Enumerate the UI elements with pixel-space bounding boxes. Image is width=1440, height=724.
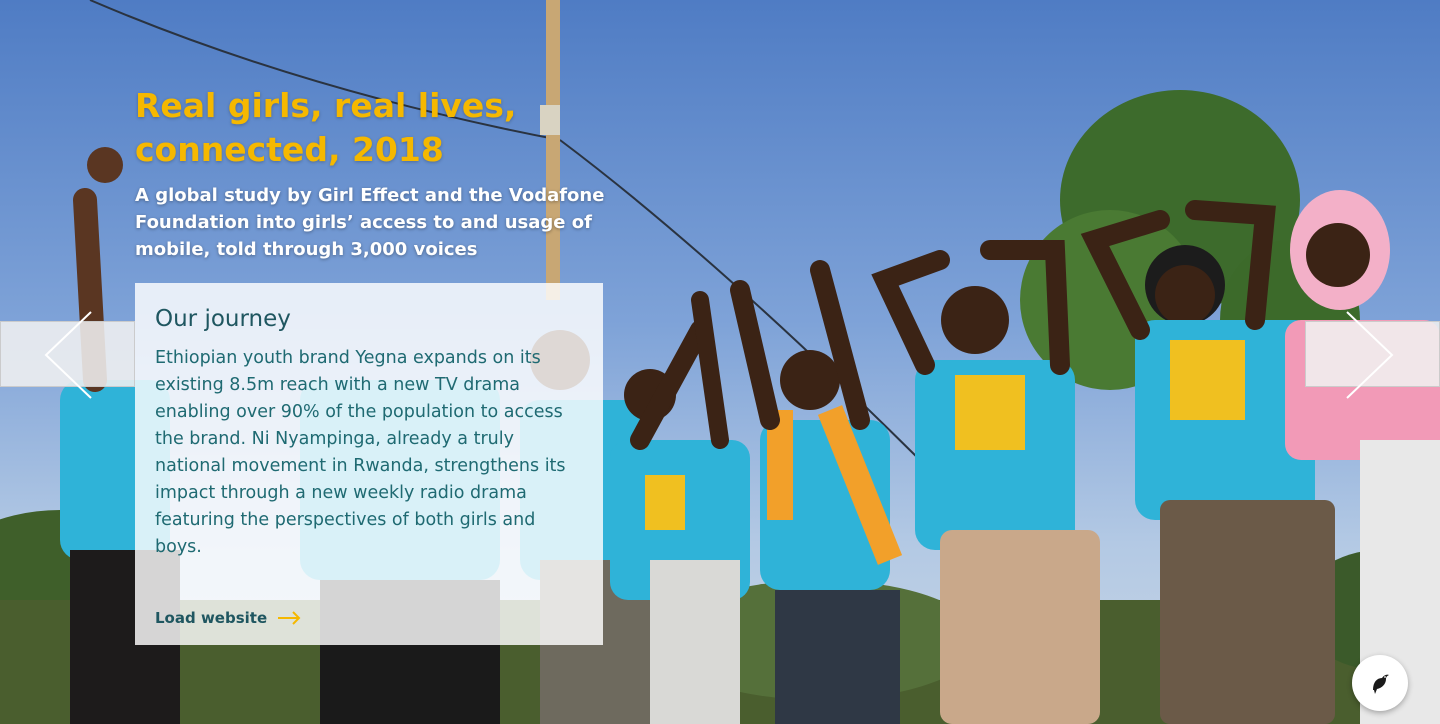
journey-card: Our journey Ethiopian youth brand Yegna … (135, 283, 603, 645)
chevron-right-icon (1346, 311, 1394, 399)
hero-headline: Real girls, real lives, connected, 2018 (135, 86, 517, 169)
card-title: Our journey (155, 306, 291, 332)
carousel-prev-button[interactable] (0, 311, 135, 399)
bird-icon (1373, 674, 1389, 694)
load-website-label: Load website (155, 609, 268, 627)
hero-subheadline: A global study by Girl Effect and the Vo… (135, 185, 605, 260)
chevron-left-icon (44, 311, 92, 399)
bird-chat-button[interactable] (1352, 655, 1408, 711)
arrow-right-icon (278, 611, 301, 625)
load-website-link[interactable]: Load website (155, 609, 301, 627)
hero-slide: Real girls, real lives, connected, 2018 … (0, 0, 1440, 724)
card-body-text: Ethiopian youth brand Yegna expands on i… (155, 348, 566, 557)
carousel-next-button[interactable] (1305, 311, 1440, 399)
